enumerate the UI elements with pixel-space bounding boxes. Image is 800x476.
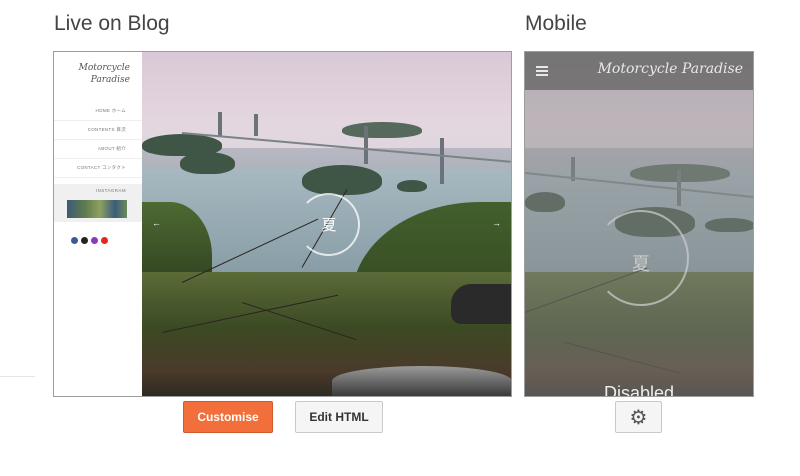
blog-title[interactable]: Motorcycle Paradise <box>60 62 130 86</box>
instagram-thumbnail[interactable] <box>67 200 127 218</box>
mobile-preview[interactable]: 夏 Motorcycle Paradise Disabled <box>524 51 754 397</box>
nav-item-about[interactable]: ABOUT 紹介 <box>54 140 142 159</box>
desktop-preview[interactable]: 夏 ← → Motorcycle Paradise HOME ホーム CONTE… <box>53 51 512 397</box>
slide-caption: 夏 <box>321 216 337 234</box>
divider <box>0 376 35 377</box>
mobile-header: Motorcycle Paradise <box>525 52 753 90</box>
nav-menu: HOME ホーム CONTENTS 目次 ABOUT 紹介 CONTACT コン… <box>54 102 142 178</box>
instagram-icon[interactable] <box>91 237 98 244</box>
youtube-icon[interactable] <box>101 237 108 244</box>
live-on-blog-heading: Live on Blog <box>54 12 170 35</box>
blog-sidebar: Motorcycle Paradise HOME ホーム CONTENTS 目次… <box>54 52 142 396</box>
edit-html-button[interactable]: Edit HTML <box>295 401 383 433</box>
prev-arrow-icon[interactable]: ← <box>152 218 161 228</box>
facebook-icon[interactable] <box>71 237 78 244</box>
mobile-disabled-status: Disabled <box>603 383 675 397</box>
twitter-icon[interactable] <box>81 237 88 244</box>
nav-item-contact[interactable]: CONTACT コンタクト <box>54 159 142 178</box>
mobile-heading: Mobile <box>525 12 587 35</box>
instagram-widget: INSTAGRAM <box>54 184 142 222</box>
hamburger-menu-icon[interactable] <box>536 66 548 78</box>
next-arrow-icon[interactable]: → <box>492 218 501 228</box>
nav-item-home[interactable]: HOME ホーム <box>54 102 142 121</box>
customise-button[interactable]: Customise <box>183 401 273 433</box>
mobile-blog-title[interactable]: Motorcycle Paradise <box>598 61 743 77</box>
disabled-overlay <box>525 90 753 396</box>
social-links <box>71 237 108 244</box>
mobile-settings-button[interactable]: ⚙ <box>615 401 662 433</box>
nav-item-contents[interactable]: CONTENTS 目次 <box>54 121 142 140</box>
instagram-label: INSTAGRAM <box>95 188 126 193</box>
gear-icon: ⚙ <box>629 405 648 429</box>
hero-image: 夏 ← → <box>142 52 511 396</box>
